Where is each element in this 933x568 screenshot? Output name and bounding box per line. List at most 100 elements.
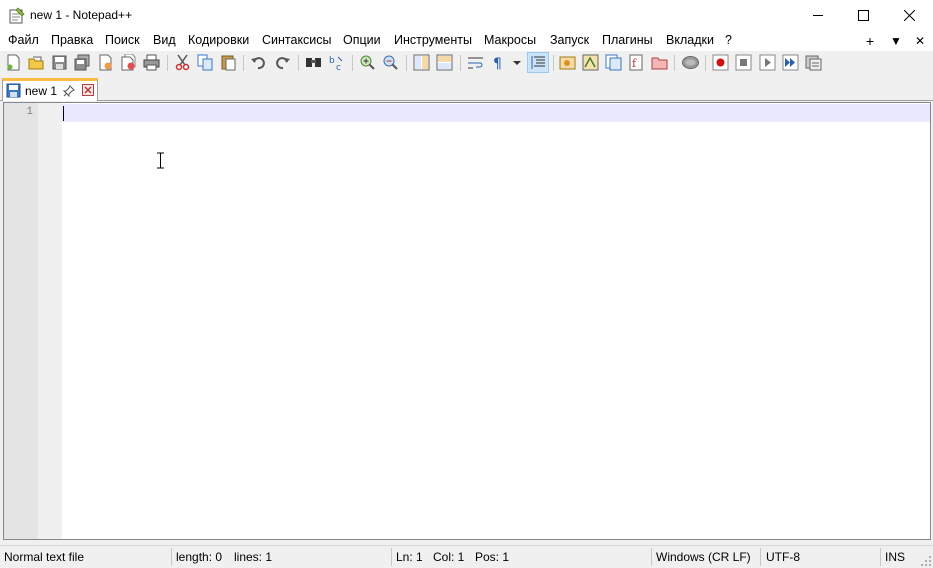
status-encoding[interactable]: UTF-8 [766, 550, 800, 564]
maximize-icon [857, 10, 869, 21]
toolbar-separator [352, 55, 353, 71]
toolbar-separator [553, 55, 554, 71]
menu-view[interactable]: Вид [153, 33, 176, 47]
find-icon[interactable] [305, 54, 322, 71]
macro-run-multiple-icon[interactable] [782, 54, 799, 71]
svg-text:c: c [336, 63, 341, 71]
menu-language[interactable]: Синтаксисы [262, 33, 332, 47]
menu-encoding[interactable]: Кодировки [188, 33, 249, 47]
status-line-number[interactable]: Ln: 1 [396, 550, 423, 564]
status-eol-format[interactable]: Windows (CR LF) [656, 550, 751, 564]
minimize-button[interactable] [795, 0, 841, 31]
i-beam-cursor-icon [157, 152, 164, 169]
menu-run[interactable]: Запуск [550, 33, 589, 47]
macro-record-icon[interactable] [712, 54, 729, 71]
tab-new-1[interactable]: new 1 [2, 78, 98, 101]
menu-file[interactable]: Файл [8, 33, 39, 47]
toolbar-separator [298, 55, 299, 71]
paste-icon[interactable] [220, 54, 237, 71]
open-file-icon[interactable] [28, 54, 45, 71]
menu-macro[interactable]: Макросы [484, 33, 536, 47]
close-document-icon[interactable]: ✕ [910, 31, 930, 51]
status-separator [651, 548, 652, 566]
indent-guide-button[interactable] [527, 52, 549, 73]
toolbar-separator [705, 55, 706, 71]
status-language[interactable]: Normal text file [4, 550, 84, 564]
replace-icon[interactable]: bc [328, 54, 345, 71]
menu-window[interactable]: Вкладки [666, 33, 714, 47]
menu-help[interactable]: ? [725, 33, 732, 47]
menu-tools[interactable]: Инструменты [394, 33, 472, 47]
user-defined-language-icon[interactable] [559, 54, 576, 71]
macro-stop-icon[interactable] [735, 54, 752, 71]
toolbar-separator [674, 55, 675, 71]
toolbar-separator [406, 55, 407, 71]
resize-grip-icon[interactable] [920, 555, 932, 567]
status-separator [880, 548, 881, 566]
menu-settings[interactable]: Опции [343, 33, 381, 47]
status-position[interactable]: Pos: 1 [475, 550, 509, 564]
status-lines: lines: 1 [234, 550, 273, 564]
print-icon[interactable] [143, 54, 160, 71]
monitoring-icon[interactable] [682, 54, 699, 71]
toolbar-separator [167, 55, 168, 71]
sync-vertical-icon[interactable] [413, 54, 430, 71]
svg-text:¶: ¶ [493, 56, 502, 71]
toolbar-separator [243, 55, 244, 71]
pin-icon[interactable] [63, 85, 75, 97]
status-length: length: 0 [176, 550, 223, 564]
menu-search[interactable]: Поиск [105, 33, 140, 47]
copy-icon[interactable] [197, 54, 214, 71]
window-title: new 1 - Notepad++ [30, 8, 133, 22]
sync-horizontal-icon[interactable] [436, 54, 453, 71]
undo-icon[interactable] [250, 54, 267, 71]
close-icon [903, 10, 915, 21]
save-icon[interactable] [51, 54, 68, 71]
minimize-icon [812, 15, 823, 16]
tab-strip: new 1 [0, 74, 933, 101]
menu-bar: Файл Правка Поиск Вид Кодировки Синтакси… [0, 31, 933, 51]
status-separator [391, 548, 392, 566]
notepad-plus-plus-logo-icon [9, 7, 25, 24]
fold-margin[interactable] [38, 103, 62, 539]
new-tab-plus-icon[interactable]: + [860, 31, 880, 51]
close-icon[interactable] [97, 54, 114, 71]
folder-as-workspace-icon[interactable]: f [628, 54, 645, 71]
maximize-button[interactable] [840, 0, 886, 31]
macro-save-icon[interactable] [805, 54, 822, 71]
macro-play-icon[interactable] [759, 54, 776, 71]
tab-list-dropdown-icon[interactable]: ▼ [886, 31, 906, 51]
text-caret [63, 106, 64, 121]
document-map-icon[interactable] [582, 54, 599, 71]
editor[interactable]: 1 [3, 102, 931, 540]
status-insert-mode[interactable]: INS [885, 550, 905, 564]
status-separator [760, 548, 761, 566]
status-column[interactable]: Col: 1 [433, 550, 464, 564]
zoom-out-icon[interactable] [382, 54, 399, 71]
saved-document-icon [6, 83, 21, 98]
chevron-down-icon[interactable] [510, 54, 524, 71]
toolbar-separator [460, 55, 461, 71]
word-wrap-icon[interactable] [467, 54, 484, 71]
tab-label: new 1 [25, 84, 58, 98]
svg-text:b: b [329, 56, 335, 66]
cut-icon[interactable] [174, 54, 191, 71]
status-separator [171, 548, 172, 566]
close-window-button[interactable] [886, 0, 932, 31]
close-tab-icon[interactable] [82, 84, 94, 96]
save-all-icon[interactable] [74, 54, 91, 71]
redo-icon[interactable] [274, 54, 291, 71]
show-all-chars-icon[interactable]: ¶ [490, 54, 507, 71]
indent-guide-icon [531, 56, 545, 69]
menu-plugins[interactable]: Плагины [602, 33, 653, 47]
function-list-icon[interactable] [605, 54, 622, 71]
current-line-highlight [62, 104, 930, 122]
document-list-icon[interactable] [651, 54, 668, 71]
line-number: 1 [26, 106, 33, 118]
close-all-icon[interactable] [120, 54, 137, 71]
zoom-in-icon[interactable] [359, 54, 376, 71]
title-bar[interactable]: new 1 - Notepad++ [0, 0, 933, 31]
new-file-icon[interactable] [5, 54, 22, 71]
menu-edit[interactable]: Правка [51, 33, 93, 47]
toolbar: bc ¶ f [0, 51, 933, 74]
